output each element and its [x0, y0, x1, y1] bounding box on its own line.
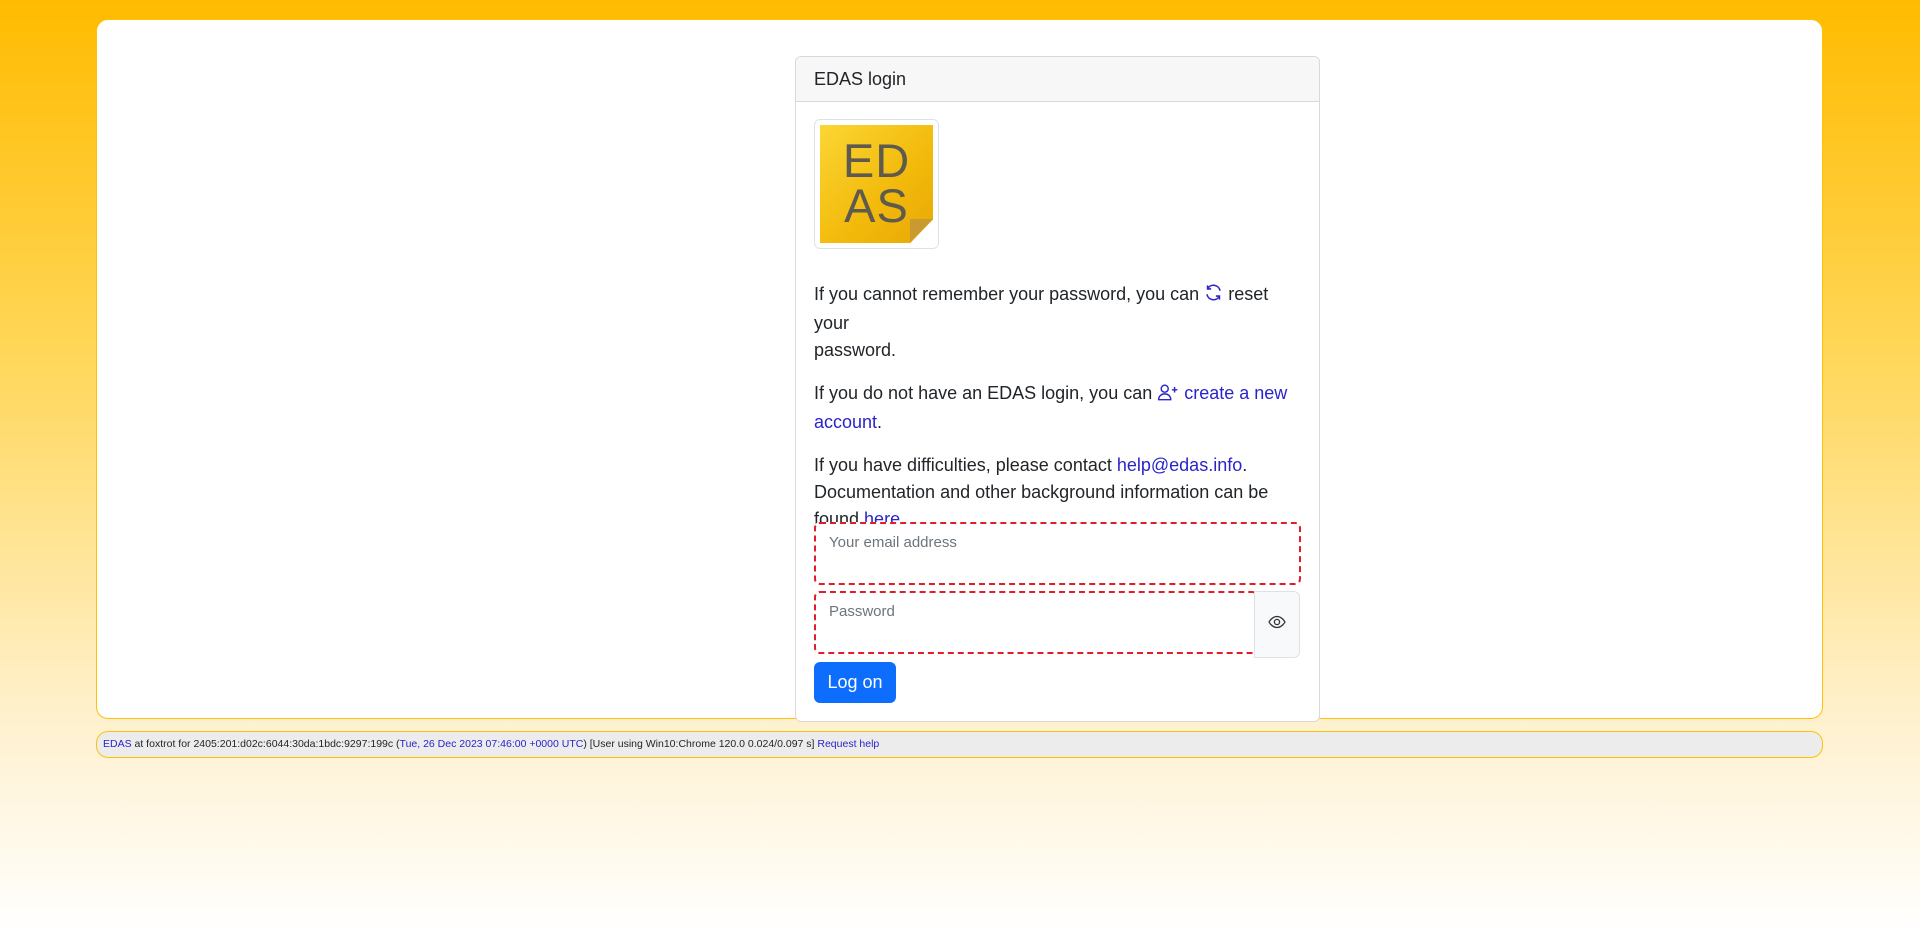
footer-edas-link[interactable]: EDAS	[103, 738, 132, 750]
help-email-link[interactable]: help@edas.info	[1117, 455, 1242, 475]
main-panel: EDAS login ED AS If you cannot remember …	[96, 19, 1823, 722]
card-body: ED AS If you cannot remember your passwo…	[796, 102, 1319, 533]
footer-request-help-link[interactable]: Request help	[817, 738, 879, 750]
password-field[interactable]: Password	[814, 591, 1258, 654]
password-input[interactable]	[816, 593, 1256, 652]
help-paragraph: If you have difficulties, please contact…	[814, 455, 1269, 529]
edas-logo: ED AS	[814, 119, 939, 249]
email-field[interactable]: Your email address	[814, 522, 1301, 585]
refresh-icon	[1204, 283, 1223, 310]
card-title: EDAS login	[796, 57, 1319, 102]
email-input[interactable]	[816, 524, 1299, 583]
create-account-paragraph: If you do not have an EDAS login, you ca…	[814, 382, 1288, 432]
edas-logo-tile: ED AS	[820, 125, 933, 243]
toggle-password-visibility-button[interactable]	[1254, 591, 1300, 658]
logo-text-line1: ED	[842, 134, 911, 187]
footer-bar: EDAS at foxtrot for 2405:201:d02c:6044:3…	[96, 731, 1823, 758]
logo-page-fold	[910, 219, 933, 243]
eye-icon	[1268, 615, 1286, 634]
reset-password-link[interactable]	[1204, 284, 1228, 304]
footer-host-text: at foxtrot for 2405:201:d02c:6044:30da:1…	[131, 738, 400, 750]
login-card: EDAS login ED AS If you cannot remember …	[795, 56, 1320, 722]
footer-user-text: ) [User using Win10:Chrome 120.0 0.024/0…	[583, 738, 818, 750]
person-plus-icon	[1157, 382, 1179, 409]
reset-password-tail: password.	[814, 340, 897, 360]
log-on-button[interactable]: Log on	[814, 662, 896, 703]
footer-timestamp-link[interactable]: Tue, 26 Dec 2023 07:46:00 +0000 UTC	[400, 738, 584, 750]
reset-password-paragraph: If you cannot remember your password, yo…	[814, 284, 1269, 360]
